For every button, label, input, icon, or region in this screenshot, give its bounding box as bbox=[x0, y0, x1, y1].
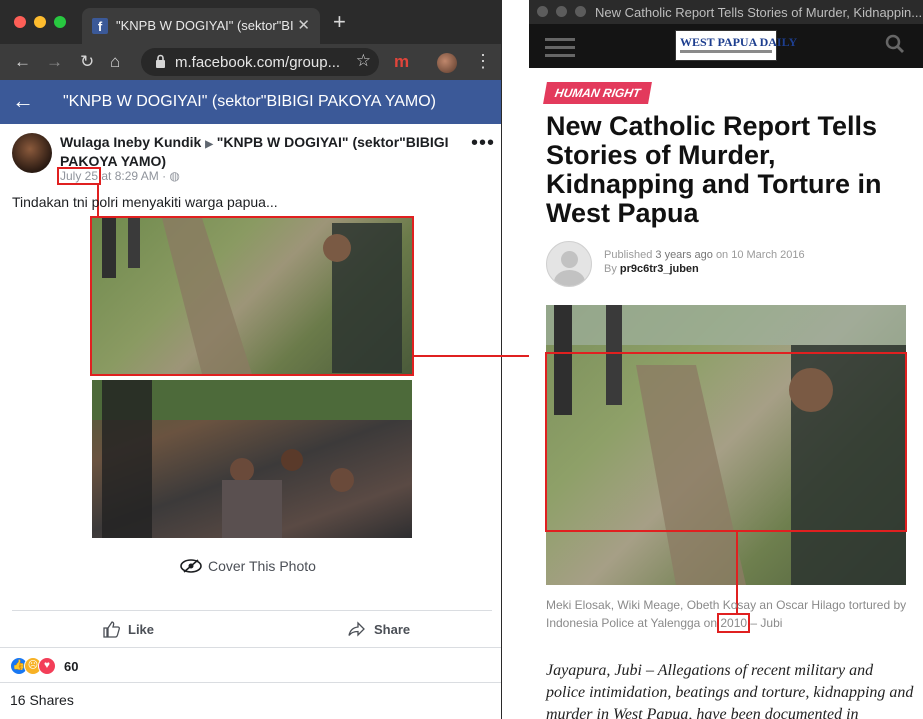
bookmark-star-icon[interactable]: ☆ bbox=[356, 51, 371, 71]
window-minimize-button[interactable] bbox=[556, 6, 567, 17]
cover-photo-button[interactable]: Cover This Photo bbox=[180, 558, 316, 574]
profile-avatar[interactable] bbox=[437, 53, 457, 73]
reaction-count[interactable]: 60 bbox=[64, 659, 78, 674]
eye-slash-icon bbox=[180, 559, 202, 573]
divider bbox=[12, 610, 492, 611]
facebook-browser-window: f "KNPB W DOGIYAI" (sektor"BIBI ✕ + ← → … bbox=[0, 0, 502, 719]
extension-m-icon[interactable]: m bbox=[394, 52, 409, 72]
browser-menu-icon[interactable]: ⋮ bbox=[474, 50, 492, 72]
post-photo-crowd[interactable] bbox=[92, 380, 412, 538]
browser-tab-bar: f "KNPB W DOGIYAI" (sektor"BIBI ✕ + bbox=[0, 0, 501, 44]
thumbs-up-icon bbox=[103, 621, 120, 638]
photo-connector-line bbox=[414, 355, 545, 357]
window-title-bar: New Catholic Report Tells Stories of Mur… bbox=[529, 0, 923, 24]
url-text: m.facebook.com/group... bbox=[175, 54, 341, 71]
like-button[interactable]: Like bbox=[102, 620, 154, 638]
hamburger-menu-icon[interactable] bbox=[545, 38, 575, 62]
published-line: Published 3 years ago on 10 March 2016 bbox=[604, 249, 805, 261]
forward-arrow-icon[interactable]: → bbox=[46, 52, 63, 72]
window-close-button[interactable] bbox=[537, 6, 548, 17]
back-arrow-icon[interactable]: ← bbox=[12, 88, 34, 114]
home-icon[interactable]: ⌂ bbox=[110, 52, 120, 72]
share-arrow-icon bbox=[348, 621, 365, 637]
group-title: "KNPB W DOGIYAI" (sektor"BIBIGI PAKOYA Y… bbox=[63, 93, 436, 110]
article-headline: New Catholic Report Tells Stories of Mur… bbox=[546, 111, 882, 228]
post-author-name[interactable]: Wulaga Ineby Kundik bbox=[60, 134, 201, 150]
divider bbox=[0, 682, 501, 683]
new-tab-icon[interactable]: + bbox=[333, 11, 346, 33]
date-highlight-box bbox=[57, 167, 101, 185]
post-caption: Tindakan tni polri menyakiti warga papua… bbox=[12, 194, 278, 210]
facebook-post: Wulaga Ineby Kundik ▶ "KNPB W DOGIYAI" (… bbox=[0, 124, 501, 719]
more-options-icon[interactable]: ••• bbox=[471, 132, 495, 155]
facebook-favicon-icon: f bbox=[92, 18, 108, 34]
avatar-head bbox=[561, 251, 578, 268]
window-close-button[interactable] bbox=[14, 16, 26, 28]
article-author[interactable]: pr9c6tr3_juben bbox=[620, 263, 699, 275]
reload-icon[interactable]: ↻ bbox=[80, 52, 94, 72]
close-tab-icon[interactable]: ✕ bbox=[297, 16, 310, 34]
photo-illustration bbox=[102, 218, 402, 374]
browser-toolbar: ← → ↻ ⌂ m.facebook.com/group... ☆ m ⋮ bbox=[0, 44, 501, 80]
by-prefix: By bbox=[604, 263, 617, 275]
caption-credit: – Jubi bbox=[750, 616, 783, 630]
published-date: on 10 March 2016 bbox=[715, 249, 805, 261]
divider bbox=[0, 647, 501, 648]
published-ago: 3 years ago bbox=[655, 249, 713, 261]
cover-photo-label: Cover This Photo bbox=[208, 558, 316, 574]
author-avatar[interactable] bbox=[12, 133, 52, 173]
address-bar[interactable]: m.facebook.com/group... ☆ bbox=[141, 48, 379, 76]
post-author-line: Wulaga Ineby Kundik ▶ "KNPB W DOGIYAI" (… bbox=[60, 134, 460, 170]
site-header: WEST PAPUA DAILY bbox=[529, 24, 923, 68]
article-browser-window: New Catholic Report Tells Stories of Mur… bbox=[529, 0, 923, 719]
search-icon[interactable] bbox=[885, 34, 905, 54]
category-badge[interactable]: HUMAN RIGHT bbox=[543, 82, 653, 104]
photo-caption: Meki Elosak, Wiki Meage, Obeth Kosay an … bbox=[546, 596, 916, 633]
avatar-body bbox=[554, 270, 585, 286]
globe-icon: ◍ bbox=[169, 169, 180, 183]
tab-title: "KNPB W DOGIYAI" (sektor"BIBI bbox=[116, 18, 294, 33]
lock-icon bbox=[156, 54, 165, 68]
logo-underline bbox=[680, 50, 772, 53]
window-minimize-button[interactable] bbox=[34, 16, 46, 28]
published-prefix: Published bbox=[604, 249, 653, 261]
article-body: Jayapura, Jubi – Allegations of recent m… bbox=[546, 662, 914, 719]
love-reaction-icon: ♥ bbox=[38, 657, 56, 675]
author-avatar[interactable] bbox=[546, 241, 592, 287]
byline: By pr9c6tr3_juben bbox=[604, 263, 699, 275]
caret-right-icon: ▶ bbox=[205, 139, 213, 150]
browser-tab[interactable]: f "KNPB W DOGIYAI" (sektor"BIBI ✕ bbox=[82, 8, 320, 44]
photo-illustration bbox=[92, 380, 412, 538]
photo-highlight-box bbox=[545, 352, 907, 532]
window-maximize-button[interactable] bbox=[54, 16, 66, 28]
post-time: at 8:29 AM · bbox=[101, 169, 167, 183]
post-photo-trench[interactable] bbox=[90, 216, 414, 376]
share-label: Share bbox=[374, 622, 411, 637]
facebook-group-header: ← "KNPB W DOGIYAI" (sektor"BIBIGI PAKOYA… bbox=[0, 80, 501, 124]
share-count[interactable]: 16 Shares bbox=[10, 692, 74, 708]
caption-year-highlight: 2010 bbox=[717, 613, 751, 633]
window-title: New Catholic Report Tells Stories of Mur… bbox=[595, 5, 923, 20]
share-button[interactable]: Share bbox=[348, 620, 410, 638]
like-label: Like bbox=[128, 622, 155, 637]
site-logo[interactable]: WEST PAPUA DAILY bbox=[675, 30, 797, 61]
window-maximize-button[interactable] bbox=[575, 6, 586, 17]
logo-text: WEST PAPUA DAILY bbox=[680, 35, 798, 49]
back-arrow-icon[interactable]: ← bbox=[14, 52, 31, 72]
